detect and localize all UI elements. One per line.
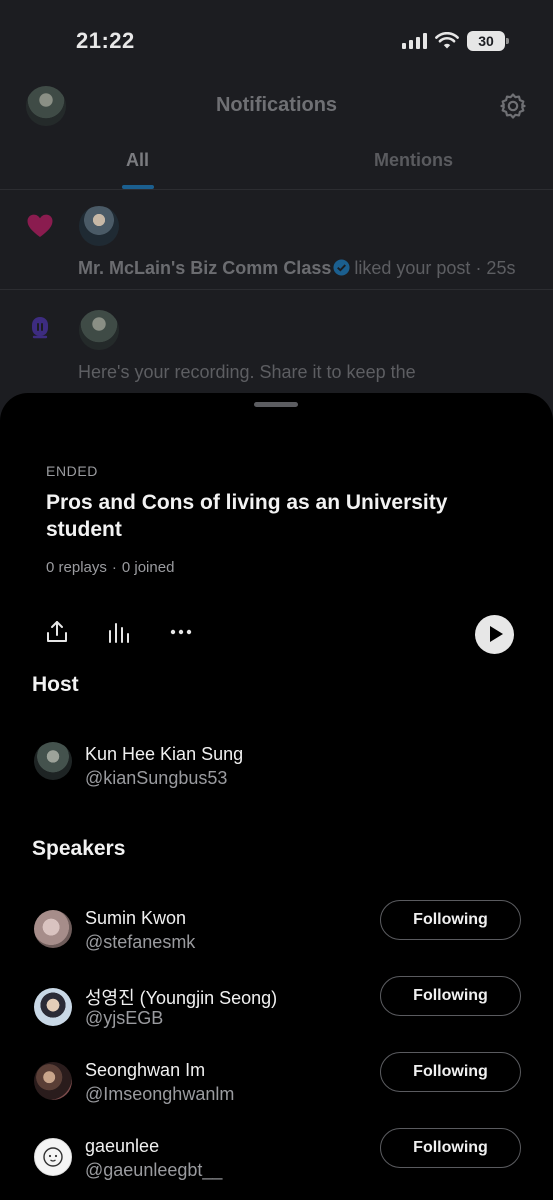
person-handle: @gaeunleegbt__ xyxy=(85,1160,223,1180)
speakers-heading: Speakers xyxy=(32,837,126,860)
avatar[interactable] xyxy=(34,988,72,1026)
person-name: gaeunlee xyxy=(85,1136,160,1156)
status-icons: 30 xyxy=(402,30,509,52)
notification-item[interactable]: Mr. McLain's Biz Comm Class liked your po… xyxy=(0,190,553,290)
replays-count: 0 replays xyxy=(46,559,107,576)
host-row[interactable]: Kun Hee Kian Sung @kianSungbus53 xyxy=(0,742,553,804)
avatar[interactable] xyxy=(34,1138,72,1176)
speaker-row[interactable]: 성영진 (Youngjin Seong) @yjsEGB Following xyxy=(0,976,553,1044)
speaker-row[interactable]: Sumin Kwon @stefanesmk Following xyxy=(0,900,553,968)
notification-time: · 25s xyxy=(475,258,516,278)
person-name: Kun Hee Kian Sung xyxy=(85,744,244,764)
notification-action: liked your post xyxy=(354,258,471,278)
space-actions xyxy=(0,615,553,655)
sheep-doodle-icon xyxy=(43,1147,63,1167)
status-time: 21:22 xyxy=(76,28,135,53)
sheet-grabber[interactable] xyxy=(254,402,298,407)
person-handle: @stefanesmk xyxy=(85,932,196,952)
battery-level: 30 xyxy=(478,33,494,49)
notification-tabs: All Mentions xyxy=(0,144,553,190)
heart-icon xyxy=(27,214,53,237)
cellular-signal-icon xyxy=(402,33,427,49)
avatar[interactable] xyxy=(34,1062,72,1100)
person-handle: @kianSungbus53 xyxy=(85,768,228,788)
page-title: Notifications xyxy=(215,94,338,116)
space-status: ENDED xyxy=(46,463,99,479)
notifications-header: Notifications All Mentions xyxy=(0,80,553,190)
following-button[interactable]: Following xyxy=(380,976,521,1016)
joined-count: 0 joined xyxy=(121,559,175,576)
notification-actor: Mr. McLain's Biz Comm Class xyxy=(78,258,332,278)
person-name: Seonghwan Im xyxy=(85,1060,206,1080)
speaker-row[interactable]: Seonghwan Im @Imseonghwanlm Following xyxy=(0,1052,553,1120)
space-title: Pros and Cons of living as an University… xyxy=(46,491,448,541)
battery-icon: 30 xyxy=(467,31,509,51)
notification-item[interactable]: Here's your recording. Share it to keep … xyxy=(0,290,553,400)
following-button[interactable]: Following xyxy=(380,1128,521,1168)
gear-icon[interactable] xyxy=(499,92,527,120)
person-name: Sumin Kwon xyxy=(85,908,187,928)
wifi-icon xyxy=(435,32,459,49)
tab-mentions[interactable]: Mentions xyxy=(374,150,453,171)
more-icon[interactable] xyxy=(168,619,194,645)
user-avatar[interactable] xyxy=(79,206,119,246)
avatar[interactable] xyxy=(34,742,72,780)
avatar[interactable] xyxy=(34,910,72,948)
active-tab-indicator xyxy=(122,185,154,189)
analytics-icon[interactable] xyxy=(106,619,132,645)
notification-text: Mr. McLain's Biz Comm Class liked your po… xyxy=(78,258,515,279)
tab-all[interactable]: All xyxy=(126,150,149,171)
following-button[interactable]: Following xyxy=(380,900,521,940)
app-root: 21:22 30 Notifications All Mentions Mr. … xyxy=(0,0,553,1200)
space-meta: 0 replays · 0 joined xyxy=(46,559,174,576)
speaker-row[interactable]: gaeunlee @gaeunleegbt__ Following xyxy=(0,1128,553,1196)
spaces-icon xyxy=(32,317,48,339)
play-recording-button[interactable] xyxy=(475,615,514,654)
following-button[interactable]: Following xyxy=(380,1052,521,1092)
share-icon[interactable] xyxy=(44,619,70,645)
status-bar: 21:22 30 xyxy=(0,0,553,80)
notification-text: Here's your recording. Share it to keep … xyxy=(78,362,416,382)
person-handle: @Imseonghwanlm xyxy=(85,1084,235,1104)
verified-badge-icon xyxy=(333,259,350,276)
person-name: 성영진 (Youngjin Seong) xyxy=(85,988,278,1008)
host-heading: Host xyxy=(32,673,79,696)
meta-separator: · xyxy=(111,559,117,576)
person-handle: @yjsEGB xyxy=(85,1008,164,1028)
user-avatar[interactable] xyxy=(79,310,119,350)
